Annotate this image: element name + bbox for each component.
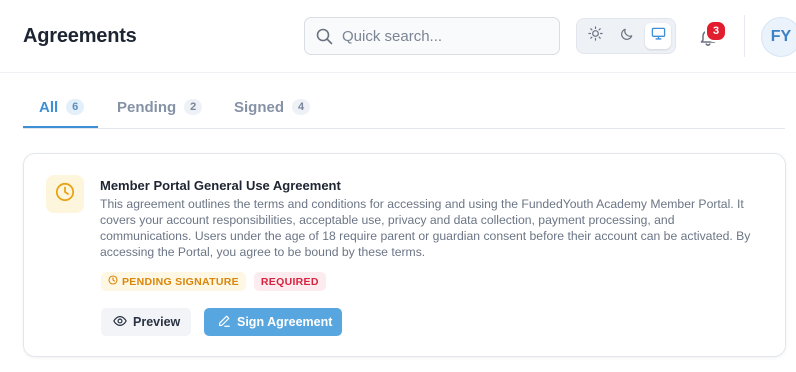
clock-icon bbox=[108, 275, 122, 288]
theme-switcher bbox=[576, 18, 676, 54]
notification-count-badge: 3 bbox=[705, 20, 727, 42]
tab-signed[interactable]: Signed 4 bbox=[234, 86, 311, 128]
preview-button[interactable]: Preview bbox=[101, 308, 191, 336]
tab-all[interactable]: All 6 bbox=[39, 86, 85, 128]
search-icon bbox=[316, 28, 333, 45]
moon-icon bbox=[620, 26, 635, 46]
tab-label: Pending bbox=[117, 98, 177, 116]
agreement-description: This agreement outlines the terms and co… bbox=[100, 197, 751, 259]
status-badge-label: PENDING SIGNATURE bbox=[122, 275, 239, 288]
eye-icon bbox=[113, 314, 133, 331]
tab-pending[interactable]: Pending 2 bbox=[117, 86, 203, 128]
sign-button-label: Sign Agreement bbox=[237, 315, 333, 329]
tab-count-badge: 4 bbox=[292, 99, 311, 115]
agreement-badges: PENDING SIGNATURE REQUIRED bbox=[101, 272, 326, 292]
sign-agreement-button[interactable]: Sign Agreement bbox=[204, 308, 342, 336]
search-input[interactable] bbox=[342, 18, 552, 54]
tab-count-badge: 2 bbox=[184, 99, 203, 115]
status-badge: PENDING SIGNATURE bbox=[101, 272, 246, 291]
agreement-card: Member Portal General Use Agreement This… bbox=[23, 153, 786, 357]
theme-dark-button[interactable] bbox=[614, 23, 640, 49]
clock-icon bbox=[54, 181, 76, 208]
theme-system-button[interactable] bbox=[645, 23, 671, 49]
header-divider bbox=[744, 15, 745, 57]
avatar[interactable]: FY bbox=[761, 17, 796, 57]
pen-icon bbox=[217, 314, 237, 331]
theme-light-button[interactable] bbox=[582, 23, 608, 49]
tab-count-badge: 6 bbox=[66, 99, 85, 115]
tab-label: All bbox=[39, 98, 59, 116]
preview-button-label: Preview bbox=[133, 315, 181, 329]
active-tab-indicator bbox=[23, 126, 98, 128]
agreement-status-icon-box bbox=[46, 175, 84, 213]
monitor-icon bbox=[651, 26, 666, 46]
top-header: Agreements 3 FY bbox=[0, 0, 796, 73]
agreement-tabs: All 6 Pending 2 Signed 4 bbox=[23, 86, 785, 129]
agreement-title: Member Portal General Use Agreement bbox=[100, 178, 341, 193]
tab-label: Signed bbox=[234, 98, 285, 116]
page-title: Agreements bbox=[23, 25, 137, 47]
search-box[interactable] bbox=[304, 17, 560, 55]
required-badge: REQUIRED bbox=[253, 272, 326, 291]
sun-icon bbox=[587, 26, 603, 46]
